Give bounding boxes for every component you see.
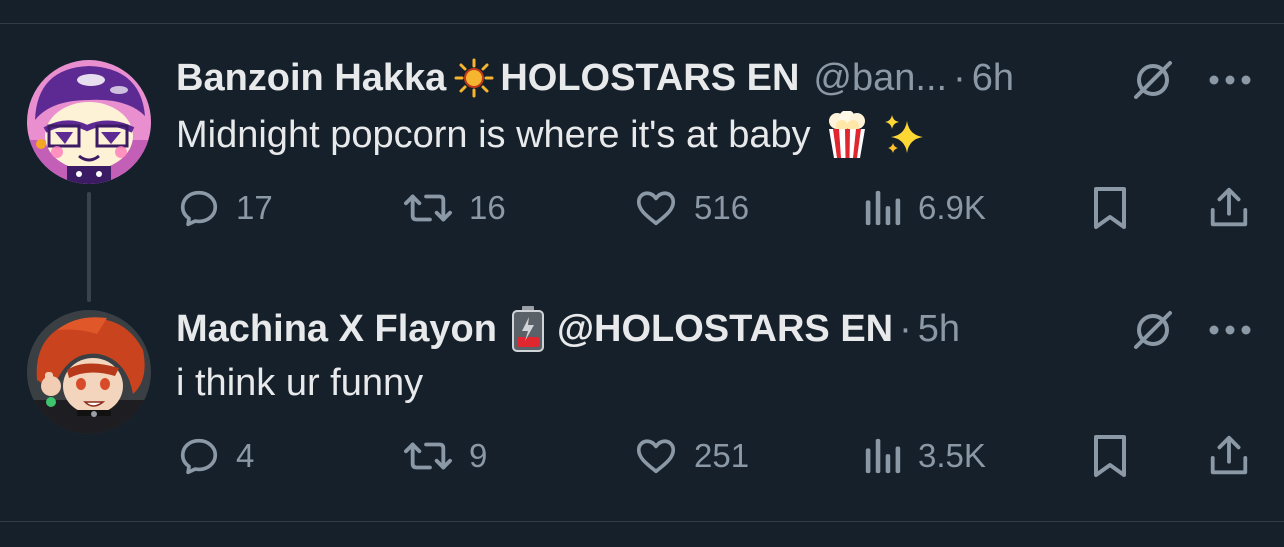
- tweet-flayon[interactable]: Machina X Flayon @HOLOSTARS EN · 5h i th…: [0, 290, 1284, 522]
- like-button[interactable]: 516: [632, 183, 749, 233]
- reply-button[interactable]: 4: [176, 431, 254, 481]
- timestamp[interactable]: 5h: [918, 308, 960, 351]
- avatar-flayon[interactable]: [27, 310, 151, 434]
- tweet-actions: 17 16 516 6.9K: [176, 183, 1256, 233]
- reply-count: 17: [236, 189, 273, 226]
- heart-icon: [636, 191, 676, 226]
- share-button[interactable]: [1206, 431, 1252, 481]
- view-count: 6.9K: [918, 189, 986, 226]
- reply-count: 4: [236, 437, 255, 474]
- sparkles-emoji-icon: [883, 111, 927, 159]
- thread-line: [87, 192, 91, 302]
- reply-icon: [180, 190, 218, 227]
- retweet-button[interactable]: 16: [401, 183, 506, 233]
- retweet-count: 16: [469, 189, 506, 226]
- like-button[interactable]: 251: [632, 431, 749, 481]
- tweet-banzoin[interactable]: Banzoin Hakka HOLOSTARS EN @ban... · 6h …: [0, 0, 1284, 302]
- views-button[interactable]: 6.9K: [862, 183, 986, 233]
- more-icon[interactable]: [1205, 305, 1255, 355]
- views-icon: [865, 438, 901, 474]
- share-icon: [1210, 435, 1248, 475]
- retweet-button[interactable]: 9: [401, 431, 487, 481]
- bookmark-icon: [1094, 187, 1126, 229]
- popcorn-emoji-icon: [825, 110, 869, 159]
- name-suffix: HOLOSTARS EN: [500, 56, 800, 99]
- avatar-banzoin[interactable]: [27, 60, 151, 184]
- views-button[interactable]: 3.5K: [862, 431, 986, 481]
- grok-icon[interactable]: [1128, 305, 1178, 355]
- retweet-count: 9: [469, 437, 488, 474]
- tweet-text-content: Midnight popcorn is where it's at baby: [176, 113, 811, 156]
- tweet-header: Machina X Flayon @HOLOSTARS EN · 5h: [176, 305, 960, 353]
- view-count: 3.5K: [918, 437, 986, 474]
- share-button[interactable]: [1206, 183, 1252, 233]
- separator-dot: ·: [899, 307, 912, 350]
- timestamp[interactable]: 6h: [972, 57, 1014, 100]
- reply-button[interactable]: 17: [176, 183, 273, 233]
- handle[interactable]: @ban...: [813, 57, 947, 100]
- retweet-icon: [404, 194, 452, 222]
- timeline: Banzoin Hakka HOLOSTARS EN @ban... · 6h …: [0, 0, 1284, 547]
- reply-icon: [180, 438, 218, 475]
- bottom-divider: [0, 521, 1284, 522]
- name-suffix[interactable]: @HOLOSTARS EN: [557, 308, 893, 351]
- tweet-text: i think ur funny: [176, 358, 423, 408]
- tweet-text-content: i think ur funny: [176, 361, 424, 404]
- bookmark-button[interactable]: [1088, 431, 1132, 481]
- like-count: 516: [694, 189, 750, 226]
- heart-icon: [636, 439, 676, 474]
- low-battery-emoji-icon: [507, 305, 549, 353]
- tweet-text: Midnight popcorn is where it's at baby: [176, 110, 927, 160]
- separator-dot: ·: [953, 56, 966, 99]
- grok-icon[interactable]: [1128, 55, 1178, 105]
- more-icon[interactable]: [1205, 55, 1255, 105]
- sun-emoji-icon: [454, 58, 494, 98]
- display-name[interactable]: Banzoin Hakka: [176, 57, 446, 100]
- tweet-actions: 4 9 251 3.5K: [176, 431, 1256, 481]
- display-name[interactable]: Machina X Flayon: [176, 308, 497, 351]
- retweet-icon: [404, 442, 452, 470]
- views-icon: [865, 190, 901, 226]
- like-count: 251: [694, 437, 750, 474]
- bookmark-button[interactable]: [1088, 183, 1132, 233]
- share-icon: [1210, 187, 1248, 227]
- bookmark-icon: [1094, 435, 1126, 477]
- tweet-header: Banzoin Hakka HOLOSTARS EN @ban... · 6h: [176, 54, 1014, 102]
